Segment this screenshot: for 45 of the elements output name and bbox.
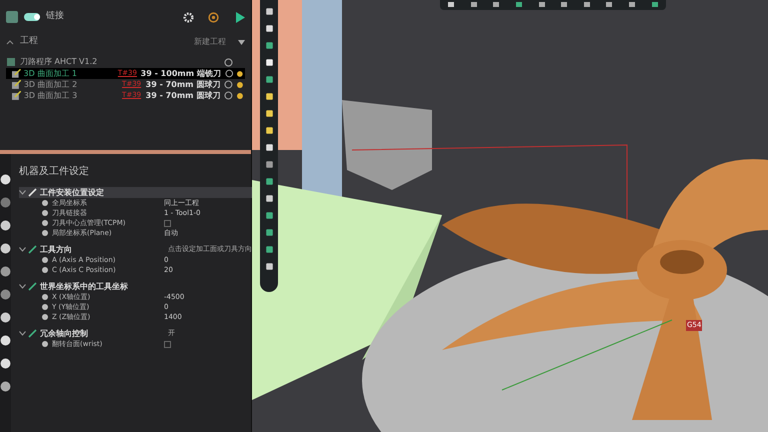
- settings-icon[interactable]: [183, 12, 194, 22]
- tool-name: 39 - 100mm 端铣刀: [140, 68, 221, 80]
- group-label: 世界坐标系中的工具坐标: [40, 280, 129, 292]
- program-name[interactable]: 刀路程序 AHCT V1.2: [20, 56, 98, 68]
- group-icon: [28, 282, 37, 291]
- section-title: 工程: [20, 35, 38, 48]
- chevron-icon: [19, 190, 26, 195]
- group-label: 工具方向: [40, 244, 73, 256]
- target-icon[interactable]: [208, 12, 219, 22]
- new-project-button[interactable]: 新建工程: [194, 36, 226, 48]
- node-icon: [224, 91, 234, 100]
- group-label: 冗余轴向控制: [40, 328, 89, 340]
- project-icon: [6, 11, 18, 23]
- group-label: 工件安装位置设定: [40, 186, 105, 198]
- play-icon[interactable]: [235, 12, 245, 22]
- group-icon: [28, 245, 37, 254]
- toggle-switch[interactable]: [24, 13, 40, 21]
- node-icon: [224, 69, 234, 78]
- dropdown-icon[interactable]: [238, 40, 245, 44]
- node-icon: [224, 80, 234, 89]
- collapse-icon[interactable]: [6, 39, 14, 45]
- status-dot-icon: [237, 92, 244, 98]
- operation-name: 3D 曲面加工 1: [24, 68, 78, 80]
- toggle-label: 链接: [46, 10, 64, 24]
- chevron-icon: [19, 247, 26, 252]
- group-header[interactable]: 世界坐标系中的工具坐标: [19, 281, 252, 292]
- operation-name: 3D 曲面加工 2: [24, 78, 78, 90]
- group-header[interactable]: 工件安装位置设定: [19, 187, 252, 198]
- surface-op-icon: [12, 69, 20, 78]
- group-icon: [28, 329, 37, 338]
- group-icon: [28, 188, 37, 197]
- tool-name: 39 - 70mm 圆球刀: [146, 90, 220, 102]
- chevron-icon: [19, 331, 26, 336]
- surface-op-icon: [12, 80, 21, 89]
- checkbox[interactable]: [164, 340, 171, 348]
- surface-op-icon: [12, 91, 21, 100]
- program-icon: [6, 57, 16, 67]
- node-icon: [224, 58, 233, 66]
- status-dot-icon: [237, 82, 244, 88]
- panel-title: 机器及工件设定: [19, 164, 90, 179]
- operation-name: 3D 曲面加工 3: [24, 90, 78, 102]
- tool-name: 39 - 70mm 圆球刀: [146, 78, 220, 90]
- chevron-icon: [19, 284, 26, 289]
- checkbox[interactable]: [164, 220, 171, 226]
- status-dot-icon: [237, 70, 243, 76]
